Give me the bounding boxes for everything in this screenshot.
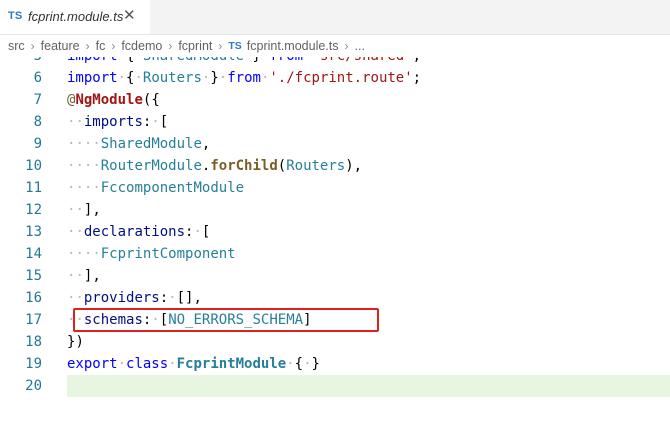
typescript-file-icon: TS xyxy=(228,40,242,52)
line-number: 9 xyxy=(33,136,42,152)
line-number: 13 xyxy=(25,224,42,240)
code-text: ··], xyxy=(67,268,101,284)
chevron-right-icon: › xyxy=(85,39,90,53)
code-text: ··], xyxy=(67,202,101,218)
code-line[interactable]: 20 xyxy=(0,375,670,397)
chevron-right-icon: › xyxy=(168,39,173,53)
code-line[interactable]: 5 import·{·SharedModule·}·from·'src/share… xyxy=(0,57,670,67)
line-number: 7 xyxy=(33,92,42,108)
current-line-highlight xyxy=(67,375,670,397)
code-line[interactable]: 15 ··], xyxy=(0,265,670,287)
line-number: 8 xyxy=(33,114,42,130)
chevron-right-icon: › xyxy=(218,39,223,53)
breadcrumb-item-fcprint[interactable]: fcprint xyxy=(178,39,212,53)
breadcrumb-item-feature[interactable]: feature xyxy=(41,39,80,53)
code-line[interactable]: 14 ····FcprintComponent xyxy=(0,243,670,265)
chevron-right-icon: › xyxy=(30,39,35,53)
code-line[interactable]: 8 ··imports:·[ xyxy=(0,111,670,133)
code-line[interactable]: 13 ··declarations:·[ xyxy=(0,221,670,243)
breadcrumb: src › feature › fc › fcdemo › fcprint › … xyxy=(0,35,670,57)
line-number: 11 xyxy=(25,180,42,196)
line-number: 19 xyxy=(25,356,42,372)
line-number: 15 xyxy=(25,268,42,284)
code-line[interactable]: 6 import·{·Routers·}·from·'./fcprint.rout… xyxy=(0,67,670,89)
line-number: 10 xyxy=(25,158,42,174)
breadcrumb-item-src[interactable]: src xyxy=(8,39,25,53)
line-number: 5 xyxy=(0,57,42,67)
code-line[interactable]: 9 ····SharedModule, xyxy=(0,133,670,155)
code-line[interactable]: 18}) xyxy=(0,331,670,353)
tab-fcprint-module[interactable]: TS fcprint.module.ts ✕ xyxy=(0,0,150,34)
chevron-right-icon: › xyxy=(111,39,116,53)
code-line[interactable]: 12 ··], xyxy=(0,199,670,221)
code-text: @NgModule({ xyxy=(67,92,160,108)
code-text: import·{·Routers·}·from·'./fcprint.route… xyxy=(67,70,422,86)
breadcrumb-item-fc[interactable]: fc xyxy=(96,39,106,53)
code-text: import·{·SharedModule·}·from·'src/shared… xyxy=(67,57,421,67)
line-number: 20 xyxy=(25,378,42,394)
code-text: ····FccomponentModule xyxy=(67,180,245,196)
code-text: ··imports:·[ xyxy=(67,114,169,130)
schemas-highlight-box xyxy=(73,308,379,332)
code-line[interactable]: 19 export·class·FcprintModule·{·} xyxy=(0,353,670,375)
code-text: }) xyxy=(67,334,84,350)
code-text: ····RouterModule.forChild(Routers), xyxy=(67,158,363,174)
code-text: ··providers:·[], xyxy=(67,290,202,306)
code-line[interactable]: 11 ····FccomponentModule xyxy=(0,177,670,199)
line-number: 12 xyxy=(25,202,42,218)
breadcrumb-item-fcdemo[interactable]: fcdemo xyxy=(121,39,162,53)
line-number: 14 xyxy=(25,246,42,262)
code-line[interactable]: 7 @NgModule({ xyxy=(0,89,670,111)
editor-tab-bar: TS fcprint.module.ts ✕ xyxy=(0,0,670,35)
line-number: 18 xyxy=(25,334,42,350)
typescript-file-icon: TS xyxy=(8,10,23,22)
chevron-right-icon: › xyxy=(344,39,349,53)
close-icon[interactable]: ✕ xyxy=(123,7,136,25)
tab-title: fcprint.module.ts xyxy=(28,9,124,24)
code-text: ····FcprintComponent xyxy=(67,246,236,262)
code-line[interactable]: 16 ··providers:·[], xyxy=(0,287,670,309)
code-editor[interactable]: 5 import·{·SharedModule·}·from·'src/share… xyxy=(0,57,670,438)
code-text: ··declarations:·[ xyxy=(67,224,211,240)
code-line[interactable]: 10 ····RouterModule.forChild(Routers), xyxy=(0,155,670,177)
line-number: 17 xyxy=(25,312,42,328)
breadcrumb-item-more[interactable]: ... xyxy=(355,39,365,53)
line-number: 16 xyxy=(25,290,42,306)
code-text: ····SharedModule, xyxy=(67,136,211,152)
code-text: export·class·FcprintModule·{·} xyxy=(67,356,320,372)
breadcrumb-item-file[interactable]: fcprint.module.ts xyxy=(247,39,339,53)
line-number: 6 xyxy=(33,70,42,86)
